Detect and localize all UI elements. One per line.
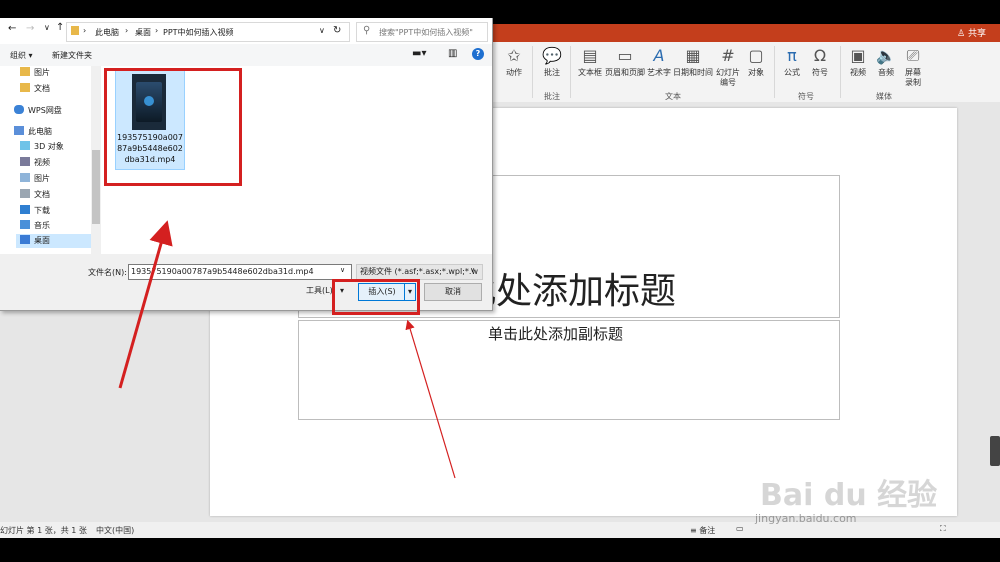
baidu-watermark-url: jingyan.baidu.com (755, 512, 857, 525)
baidu-watermark: Bai du 经验 (760, 478, 938, 513)
arrow-to-insert (405, 319, 456, 479)
arrow-to-file (118, 220, 173, 389)
